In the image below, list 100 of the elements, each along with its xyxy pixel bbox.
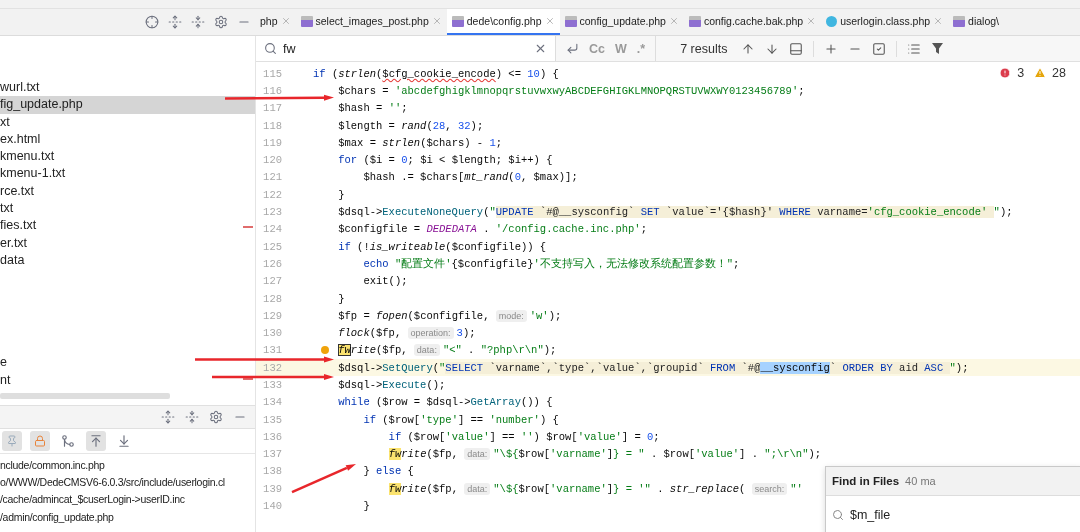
panel-icon[interactable] xyxy=(789,41,804,56)
editor-tab[interactable]: userlogin.class.php xyxy=(821,9,949,35)
error-count[interactable]: 3 xyxy=(1017,66,1025,80)
filter-icon[interactable] xyxy=(931,42,945,55)
code-line: $dsql->ExecuteNoneQuery("UPDATE `#@__sysconfig` SET `value`='{$hash}' WHERE varname='cfg_cookie_encode' "); xyxy=(337,206,1013,218)
clear-icon[interactable] xyxy=(534,42,547,55)
scrollbar[interactable] xyxy=(0,392,170,399)
warning-count[interactable]: 28 xyxy=(1052,66,1066,80)
file-item[interactable]: fig_update.php xyxy=(0,96,255,114)
line-number: 118 xyxy=(262,119,282,132)
checkbox-icon[interactable] xyxy=(872,41,887,56)
code-line: $hash = ''; xyxy=(337,102,408,115)
editor-tab[interactable]: config_update.php xyxy=(559,9,684,35)
file-item[interactable]: kmenu-1.txt xyxy=(0,165,255,183)
line-number: 127 xyxy=(262,275,282,288)
close-icon[interactable] xyxy=(933,16,944,26)
file-item[interactable]: ex.html xyxy=(0,130,255,149)
line-number: 115 xyxy=(262,67,282,80)
file-item[interactable]: wurl.txt xyxy=(0,79,255,97)
result-path[interactable]: /cache/admincat_$cuserLogin->userID.inc xyxy=(0,491,185,509)
line-number: 131 xyxy=(262,344,282,357)
file-item[interactable]: kmenu.txt xyxy=(0,148,255,166)
result-path[interactable]: /admin/config_update.php xyxy=(0,508,114,527)
file-item[interactable]: e xyxy=(0,354,255,372)
file-item[interactable]: rce.txt xyxy=(0,182,255,201)
return-icon[interactable] xyxy=(566,42,579,55)
pin-icon xyxy=(6,434,18,447)
search-field[interactable]: $m_file xyxy=(826,495,1080,532)
code-line: $length = rand(28, 32); xyxy=(337,119,484,132)
close-icon[interactable] xyxy=(806,16,817,26)
change-marker xyxy=(243,226,253,228)
file-item[interactable]: data xyxy=(0,251,255,270)
line-number: 135 xyxy=(262,413,282,426)
code-line: flock($fp, operation: 3); xyxy=(337,327,476,340)
code-line: $fp = fopen($configfile, mode: 'w'); xyxy=(337,309,562,322)
line-number: 132 xyxy=(262,361,282,374)
annotation-arrow xyxy=(291,463,356,494)
line-number: 140 xyxy=(262,500,282,513)
editor-tab[interactable]: dialog\ xyxy=(948,9,1005,35)
lock-button[interactable] xyxy=(30,430,50,451)
php-file-icon xyxy=(564,15,577,27)
code-line: exit(); xyxy=(362,275,408,288)
line-number: 128 xyxy=(262,292,282,305)
merge-icon xyxy=(61,433,75,448)
file-item[interactable]: nt xyxy=(0,371,255,389)
arrow-up-icon xyxy=(89,433,103,448)
php-file-icon xyxy=(300,15,313,27)
line-number: 126 xyxy=(262,257,282,270)
pin-button[interactable] xyxy=(2,430,22,451)
expand-icon[interactable] xyxy=(168,15,182,29)
bulb-icon[interactable] xyxy=(321,346,329,355)
line-number: 122 xyxy=(262,188,282,201)
line-number: 136 xyxy=(262,430,282,443)
code-line: } xyxy=(337,292,345,305)
line-number: 139 xyxy=(262,482,282,495)
search-field[interactable]: fw xyxy=(256,36,556,61)
lock-icon xyxy=(34,434,46,447)
close-icon[interactable] xyxy=(431,16,442,26)
file-item[interactable]: xt xyxy=(0,113,255,131)
file-item[interactable]: er.txt xyxy=(0,234,255,252)
editor-tab[interactable]: config.cache.bak.php xyxy=(683,9,822,35)
close-icon[interactable] xyxy=(280,16,291,26)
line-number: 123 xyxy=(262,206,282,218)
editor-tab[interactable]: php xyxy=(255,9,296,35)
expand-icon[interactable] xyxy=(161,409,175,424)
line-number: 129 xyxy=(262,309,282,322)
code-line: $max = strlen($chars) - 1; xyxy=(337,136,503,149)
line-number: 119 xyxy=(262,136,282,149)
code-line: $hash .= $chars[mt_rand(0, $max)]; xyxy=(362,171,578,184)
code-line: while ($row = $dsql->GetArray()) { xyxy=(337,396,553,409)
search-icon xyxy=(264,42,277,55)
results-count: 7 results xyxy=(680,41,728,56)
editor-tab[interactable]: dede\config.php xyxy=(446,9,560,35)
crosshair-icon[interactable] xyxy=(145,15,159,29)
editor-tab[interactable]: select_images_post.php xyxy=(295,9,447,35)
settings-icon[interactable] xyxy=(209,409,223,424)
line-number: 121 xyxy=(262,171,282,184)
code-line: } else { xyxy=(362,465,414,478)
php-file-icon xyxy=(953,15,966,27)
close-icon[interactable] xyxy=(544,16,555,26)
code-line: $chars = 'abcdefghigklmnopqrstuvwxwyABCDEFGHIGKLMNOPQRSTUVWXWY0123456789'; xyxy=(337,84,805,97)
php-file-icon xyxy=(688,15,701,27)
plus-icon[interactable] xyxy=(824,41,839,56)
result-path[interactable]: nclude/common.inc.php xyxy=(0,456,105,475)
settings-icon[interactable] xyxy=(214,15,228,29)
result-path[interactable]: o/WWW/DedeCMSV6-6.0.3/src/include/userlogin.cl xyxy=(0,474,225,492)
export-button[interactable] xyxy=(86,430,106,451)
file-item[interactable]: fies.txt xyxy=(0,217,255,235)
search-icon xyxy=(832,508,844,521)
collapse-icon[interactable] xyxy=(191,15,205,29)
collapse-icon[interactable] xyxy=(185,409,199,424)
error-icon xyxy=(999,67,1012,79)
line-number: 134 xyxy=(262,396,282,409)
file-item[interactable]: txt xyxy=(0,200,255,218)
line-number: 133 xyxy=(262,379,282,391)
line-number: 116 xyxy=(262,84,282,97)
list-icon[interactable] xyxy=(907,41,922,56)
line-number: 124 xyxy=(262,223,282,236)
close-icon[interactable] xyxy=(668,16,679,26)
popup-title: Find in Files xyxy=(832,475,900,487)
